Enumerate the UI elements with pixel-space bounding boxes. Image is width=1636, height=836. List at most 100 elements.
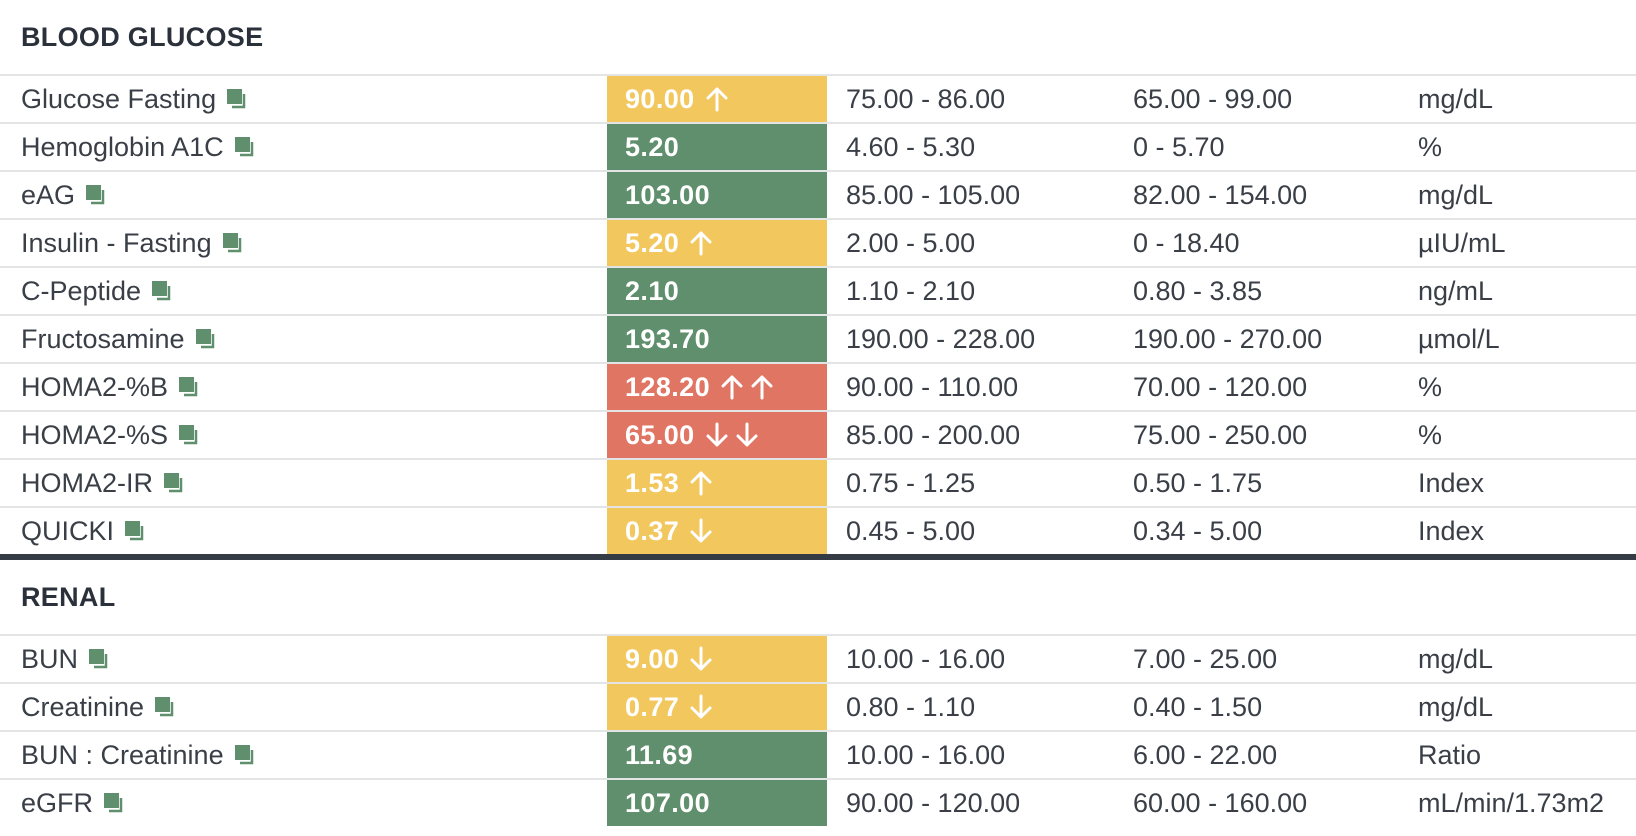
trend-arrows <box>720 374 774 400</box>
arrow-up-icon <box>690 231 712 256</box>
table-row: Fructosamine 193.70 190.00 - 228.00 190.00 … <box>0 314 1636 362</box>
result-value: 103.00 <box>607 172 827 218</box>
test-name-label: eAG <box>21 179 76 210</box>
optimal-range: 10.00 - 16.00 <box>846 643 1006 674</box>
test-name: eAG <box>21 172 107 218</box>
copy-icon[interactable] <box>178 424 200 446</box>
test-name: HOMA2-IR <box>21 460 185 506</box>
standard-range: 190.00 - 270.00 <box>1133 323 1323 354</box>
copy-icon[interactable] <box>234 744 256 766</box>
standard-range: 65.00 - 99.00 <box>1133 83 1293 114</box>
optimal-range: 85.00 - 105.00 <box>846 179 1021 210</box>
copy-icon[interactable] <box>178 376 200 398</box>
result-value-text: 90.00 <box>625 83 695 114</box>
optimal-range: 90.00 - 120.00 <box>846 787 1021 818</box>
standard-range: 0.34 - 5.00 <box>1133 515 1263 546</box>
unit-label: Ratio <box>1418 739 1482 770</box>
copy-icon[interactable] <box>226 88 248 110</box>
standard-range: 0 - 18.40 <box>1133 227 1240 258</box>
test-name: Fructosamine <box>21 316 217 362</box>
copy-icon[interactable] <box>88 648 110 670</box>
copy-icon[interactable] <box>234 136 256 158</box>
optimal-range: 85.00 - 200.00 <box>846 419 1021 450</box>
results-table: BUN 9.00 10.00 - 16.00 7.00 - 25.00 mg/dL Cre… <box>0 634 1636 826</box>
test-name: Hemoglobin A1C <box>21 124 256 170</box>
section-renal: RENAL BUN 9.00 10.00 - 16.00 7.00 - 25.00 mg… <box>0 560 1636 826</box>
test-name-label: Insulin - Fasting <box>21 227 212 258</box>
section-title: BLOOD GLUCOSE <box>21 21 264 52</box>
test-name: Glucose Fasting <box>21 76 248 122</box>
test-name-label: BUN <box>21 643 79 674</box>
result-value-text: 103.00 <box>625 179 710 210</box>
standard-range: 75.00 - 250.00 <box>1133 419 1308 450</box>
test-name-label: BUN : Creatinine <box>21 739 224 770</box>
section-blood-glucose: BLOOD GLUCOSE Glucose Fasting 90.00 75.00 … <box>0 0 1636 554</box>
optimal-range: 4.60 - 5.30 <box>846 131 976 162</box>
result-value-text: 11.69 <box>625 739 694 770</box>
result-value-text: 0.77 <box>625 691 680 722</box>
copy-icon[interactable] <box>124 520 146 542</box>
copy-icon[interactable] <box>195 328 217 350</box>
result-value-text: 0.37 <box>625 515 680 546</box>
copy-icon[interactable] <box>151 280 173 302</box>
test-name: BUN : Creatinine <box>21 732 256 778</box>
test-name: HOMA2-%S <box>21 412 200 458</box>
standard-range: 0 - 5.70 <box>1133 131 1225 162</box>
test-name-label: HOMA2-IR <box>21 467 154 498</box>
arrow-down-icon <box>690 646 712 671</box>
test-name-label: QUICKI <box>21 515 115 546</box>
arrow-down-icon <box>690 694 712 719</box>
unit-label: mg/dL <box>1418 691 1494 722</box>
optimal-range: 0.80 - 1.10 <box>846 691 976 722</box>
table-row: Hemoglobin A1C 5.20 4.60 - 5.30 0 - 5.70% <box>0 122 1636 170</box>
arrow-down-icon <box>690 518 712 543</box>
table-row: BUN : Creatinine 11.69 10.00 - 16.00 6.00 -… <box>0 730 1636 778</box>
trend-arrows <box>689 230 713 256</box>
trend-arrows <box>689 470 713 496</box>
table-row: HOMA2-%S 65.00 85.00 - 200.00 75.00 - 250.0… <box>0 410 1636 458</box>
copy-icon[interactable] <box>163 472 185 494</box>
test-name-label: Glucose Fasting <box>21 83 217 114</box>
unit-label: mL/min/1.73m2 <box>1418 787 1605 818</box>
standard-range: 70.00 - 120.00 <box>1133 371 1308 402</box>
unit-label: Index <box>1418 515 1485 546</box>
copy-icon[interactable] <box>85 184 107 206</box>
results-table: Glucose Fasting 90.00 75.00 - 86.00 65.00 -… <box>0 74 1636 554</box>
test-name: C-Peptide <box>21 268 173 314</box>
copy-icon[interactable] <box>154 696 176 718</box>
unit-label: mg/dL <box>1418 643 1494 674</box>
copy-icon[interactable] <box>222 232 244 254</box>
table-row: BUN 9.00 10.00 - 16.00 7.00 - 25.00 mg/dL <box>0 634 1636 682</box>
optimal-range: 2.00 - 5.00 <box>846 227 976 258</box>
test-name: BUN <box>21 636 110 682</box>
result-value: 2.10 <box>607 268 827 314</box>
result-value: 65.00 <box>607 412 827 458</box>
unit-label: % <box>1418 131 1443 162</box>
unit-label: µmol/L <box>1418 323 1500 354</box>
standard-range: 6.00 - 22.00 <box>1133 739 1278 770</box>
result-value-text: 193.70 <box>625 323 710 354</box>
table-row: eAG 103.00 85.00 - 105.00 82.00 - 154.00 mg/… <box>0 170 1636 218</box>
arrow-up-icon <box>690 471 712 496</box>
optimal-range: 1.10 - 2.10 <box>846 275 976 306</box>
lab-results-page: BLOOD GLUCOSE Glucose Fasting 90.00 75.00 … <box>0 0 1636 836</box>
result-value: 1.53 <box>607 460 827 506</box>
test-name: QUICKI <box>21 508 146 554</box>
trend-arrows <box>689 518 713 544</box>
result-value-text: 5.20 <box>625 227 680 258</box>
copy-icon[interactable] <box>103 792 125 814</box>
test-name-label: eGFR <box>21 787 94 818</box>
optimal-range: 75.00 - 86.00 <box>846 83 1006 114</box>
arrow-down-icon <box>736 422 758 447</box>
result-value: 128.20 <box>607 364 827 410</box>
test-name: Insulin - Fasting <box>21 220 244 266</box>
test-name: eGFR <box>21 780 125 826</box>
standard-range: 0.50 - 1.75 <box>1133 467 1263 498</box>
arrow-up-icon <box>706 87 728 112</box>
optimal-range: 0.75 - 1.25 <box>846 467 976 498</box>
unit-label: % <box>1418 371 1443 402</box>
optimal-range: 0.45 - 5.00 <box>846 515 976 546</box>
table-row: eGFR 107.00 90.00 - 120.00 60.00 - 160.00 mL… <box>0 778 1636 826</box>
unit-label: mg/dL <box>1418 83 1494 114</box>
test-name-label: C-Peptide <box>21 275 142 306</box>
